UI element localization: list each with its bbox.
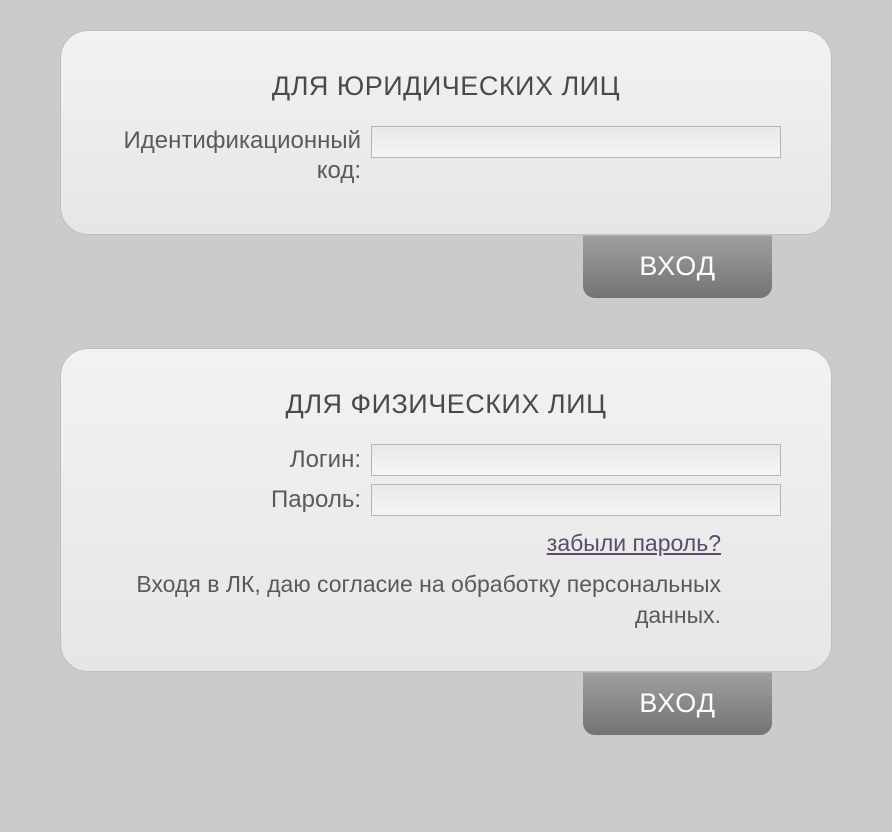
password-label: Пароль: [111, 484, 371, 516]
login-label: Логин: [111, 444, 371, 476]
consent-text: Входя в ЛК, даю согласие на обработку пе… [111, 569, 781, 631]
legal-title: ДЛЯ ЮРИДИЧЕСКИХ ЛИЦ [111, 71, 781, 102]
login-row: Логин: [111, 444, 781, 476]
individual-panel: ДЛЯ ФИЗИЧЕСКИХ ЛИЦ Логин: Пароль: забыли… [60, 348, 832, 672]
login-input[interactable] [371, 444, 781, 476]
id-code-label: Идентификационный код: [111, 126, 371, 186]
password-input[interactable] [371, 484, 781, 516]
forgot-row: забыли пароль? [111, 530, 781, 557]
individual-button-wrap: ВХОД [60, 672, 832, 735]
id-code-row: Идентификационный код: [111, 126, 781, 186]
legal-login-button[interactable]: ВХОД [583, 235, 772, 298]
password-row: Пароль: [111, 484, 781, 516]
id-code-input[interactable] [371, 126, 781, 158]
individual-login-button[interactable]: ВХОД [583, 672, 772, 735]
individual-title: ДЛЯ ФИЗИЧЕСКИХ ЛИЦ [111, 389, 781, 420]
legal-button-wrap: ВХОД [60, 235, 832, 298]
legal-entity-panel: ДЛЯ ЮРИДИЧЕСКИХ ЛИЦ Идентификационный ко… [60, 30, 832, 235]
forgot-password-link[interactable]: забыли пароль? [547, 530, 721, 556]
